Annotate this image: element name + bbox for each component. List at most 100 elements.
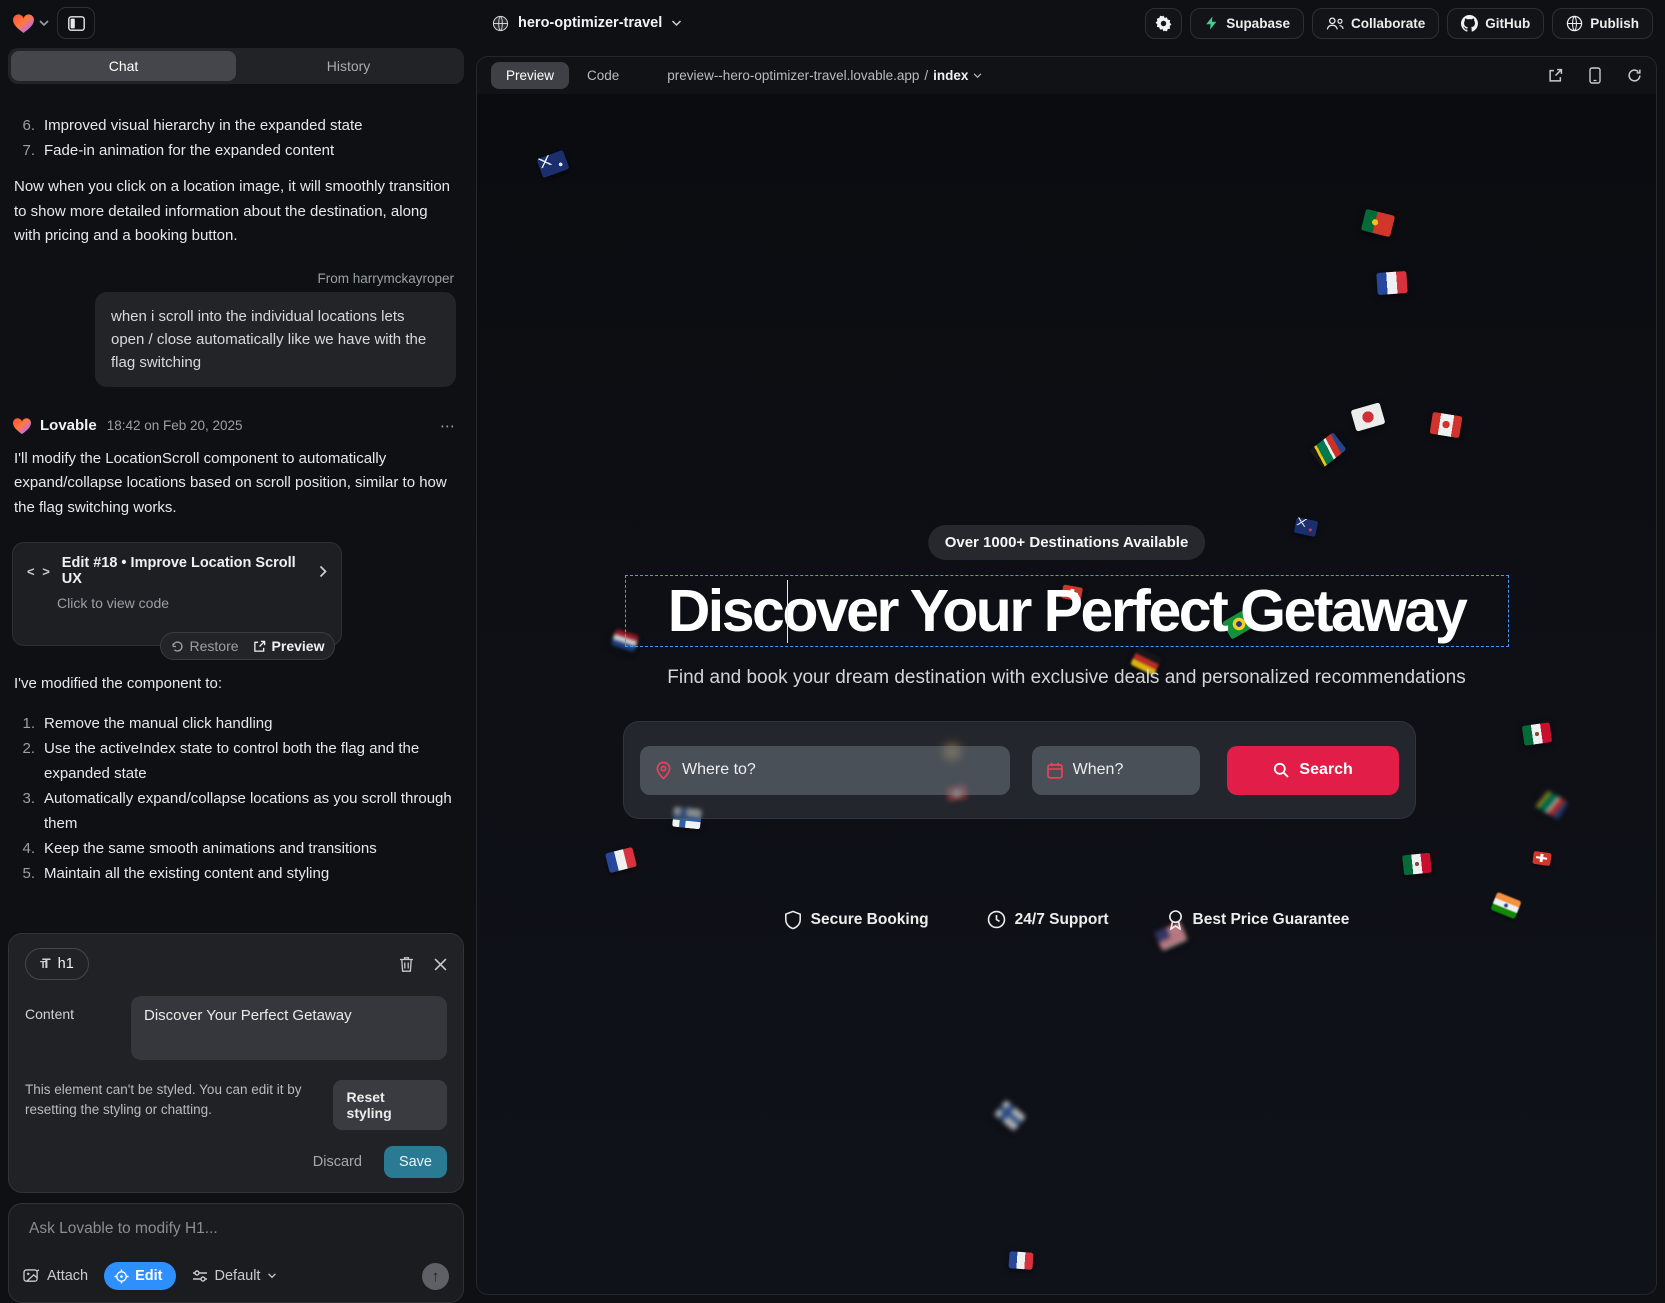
- refresh-icon[interactable]: [1627, 68, 1642, 83]
- project-switcher[interactable]: hero-optimizer-travel: [492, 0, 682, 46]
- supabase-label: Supabase: [1226, 16, 1290, 31]
- flag-jp-icon: [1351, 402, 1386, 431]
- numbered-list-steps: 1.Remove the manual click handling 2.Use…: [12, 711, 456, 886]
- open-external-icon[interactable]: [1548, 68, 1563, 83]
- model-default-selector[interactable]: Default: [192, 1268, 278, 1284]
- list-item: 2.Use the activeIndex state to control b…: [12, 736, 456, 786]
- supabase-button[interactable]: Supabase: [1190, 8, 1304, 39]
- external-link-icon: [253, 640, 266, 653]
- send-button[interactable]: ↑: [422, 1263, 449, 1290]
- when-placeholder: When?: [1073, 761, 1124, 779]
- code-icon: < >: [27, 564, 52, 579]
- numbered-list-top: 6.Improved visual hierarchy in the expan…: [12, 113, 456, 163]
- tab-code[interactable]: Code: [587, 68, 619, 83]
- message-timestamp: 18:42 on Feb 20, 2025: [107, 418, 243, 433]
- content-input[interactable]: Discover Your Perfect Getaway: [131, 996, 447, 1060]
- chevron-down-icon: [39, 20, 49, 27]
- composer-input[interactable]: Ask Lovable to modify H1...: [23, 1220, 449, 1238]
- image-icon: [23, 1269, 40, 1284]
- assistant-message-header: Lovable 18:42 on Feb 20, 2025 ⋯: [12, 417, 456, 435]
- save-button[interactable]: Save: [384, 1146, 447, 1178]
- people-icon: [1326, 16, 1344, 31]
- target-icon: [114, 1269, 129, 1284]
- text-caret: [787, 580, 789, 643]
- tab-history[interactable]: History: [236, 51, 461, 81]
- chat-scroll-area[interactable]: 6.Improved visual hierarchy in the expan…: [0, 84, 472, 927]
- search-box: Where to? When? Search: [623, 721, 1416, 819]
- shield-icon: [784, 910, 802, 930]
- feature-price-guarantee: Best Price Guarantee: [1167, 909, 1350, 930]
- chevron-right-icon: [319, 565, 327, 578]
- sidebar-toggle-button[interactable]: [57, 7, 95, 39]
- lovable-logo[interactable]: [12, 13, 49, 34]
- flag-nz-icon: [1294, 517, 1319, 537]
- assistant-paragraph: I'll modify the LocationScroll component…: [14, 447, 456, 521]
- flag-au-icon: [536, 150, 569, 178]
- supabase-icon: [1204, 15, 1219, 31]
- url-domain: preview--hero-optimizer-travel.lovable.a…: [667, 68, 919, 83]
- github-icon: [1461, 15, 1478, 32]
- award-icon: [1167, 909, 1184, 930]
- gear-icon: [1155, 15, 1172, 32]
- mobile-view-icon[interactable]: [1589, 67, 1601, 84]
- flag-fi-icon: [994, 1100, 1026, 1131]
- close-icon[interactable]: [434, 958, 447, 971]
- heading-selection-box[interactable]: Discover Your Perfect Getaway: [625, 575, 1509, 647]
- preview-url[interactable]: preview--hero-optimizer-travel.lovable.a…: [667, 68, 982, 83]
- map-pin-icon: [655, 761, 672, 780]
- styling-note: This element can't be styled. You can ed…: [25, 1080, 333, 1120]
- trash-icon[interactable]: [399, 956, 414, 973]
- calendar-icon: [1047, 762, 1063, 779]
- settings-button[interactable]: [1145, 8, 1182, 39]
- tab-chat[interactable]: Chat: [11, 51, 236, 81]
- url-page: index: [933, 68, 968, 83]
- attach-button[interactable]: Attach: [23, 1268, 88, 1284]
- sidebar-tabbar: Chat History: [8, 48, 464, 84]
- collaborate-button[interactable]: Collaborate: [1312, 8, 1439, 39]
- when-input[interactable]: When?: [1032, 746, 1201, 795]
- edit-mode-button[interactable]: Edit: [104, 1262, 175, 1290]
- search-icon: [1273, 762, 1289, 778]
- more-options-icon[interactable]: ⋯: [440, 417, 456, 435]
- github-label: GitHub: [1485, 16, 1530, 31]
- feature-support: 24/7 Support: [987, 909, 1109, 930]
- search-button[interactable]: Search: [1227, 746, 1399, 795]
- where-input[interactable]: Where to?: [640, 746, 1010, 795]
- list-item: 5.Maintain all the existing content and …: [12, 861, 456, 886]
- edit-card-subtitle: Click to view code: [57, 595, 327, 611]
- clock-icon: [987, 910, 1006, 929]
- url-separator: /: [924, 68, 928, 83]
- user-message-bubble: when i scroll into the individual locati…: [95, 292, 456, 387]
- publish-globe-icon: [1566, 15, 1583, 32]
- chat-sidebar: Chat History 6.Improved visual hierarchy…: [0, 46, 472, 1303]
- preview-panel: Preview Code preview--hero-optimizer-tra…: [476, 56, 1657, 1295]
- restore-icon: [171, 640, 184, 653]
- publish-button[interactable]: Publish: [1552, 8, 1653, 39]
- flag-za-icon: [1534, 788, 1568, 819]
- tab-preview[interactable]: Preview: [491, 62, 569, 89]
- version-actions-pill: Restore Preview: [160, 632, 335, 660]
- flag-mx-icon: [1522, 722, 1553, 746]
- globe-icon: [492, 15, 509, 32]
- preview-version-button[interactable]: Preview: [253, 638, 325, 654]
- restore-button[interactable]: Restore: [171, 638, 239, 654]
- discard-button[interactable]: Discard: [313, 1154, 362, 1170]
- chevron-down-icon: [973, 73, 982, 79]
- chevron-down-icon: [671, 20, 682, 27]
- top-bar: hero-optimizer-travel Supabase Collabora…: [0, 0, 1665, 46]
- list-item: 3.Automatically expand/collapse location…: [12, 786, 456, 836]
- panel-left-icon: [68, 16, 85, 31]
- heart-icon: [12, 417, 32, 435]
- assistant-paragraph: Now when you click on a location image, …: [14, 175, 456, 249]
- flag-za-icon: [1309, 432, 1346, 468]
- element-tag-badge[interactable]: TT h1: [25, 948, 89, 980]
- edit-version-card[interactable]: < > Edit #18 • Improve Location Scroll U…: [12, 542, 342, 646]
- user-from-label: From harrymckayroper: [12, 271, 454, 286]
- feature-secure-booking: Secure Booking: [784, 909, 929, 930]
- assistant-paragraph: I've modified the component to:: [14, 672, 456, 697]
- flag-fr-icon: [605, 847, 637, 873]
- reset-styling-button[interactable]: Reset styling: [333, 1080, 447, 1130]
- github-button[interactable]: GitHub: [1447, 8, 1544, 39]
- element-editor-panel: TT h1 Content Discover Your Perfect Geta…: [8, 933, 464, 1193]
- content-label: Content: [25, 996, 117, 1060]
